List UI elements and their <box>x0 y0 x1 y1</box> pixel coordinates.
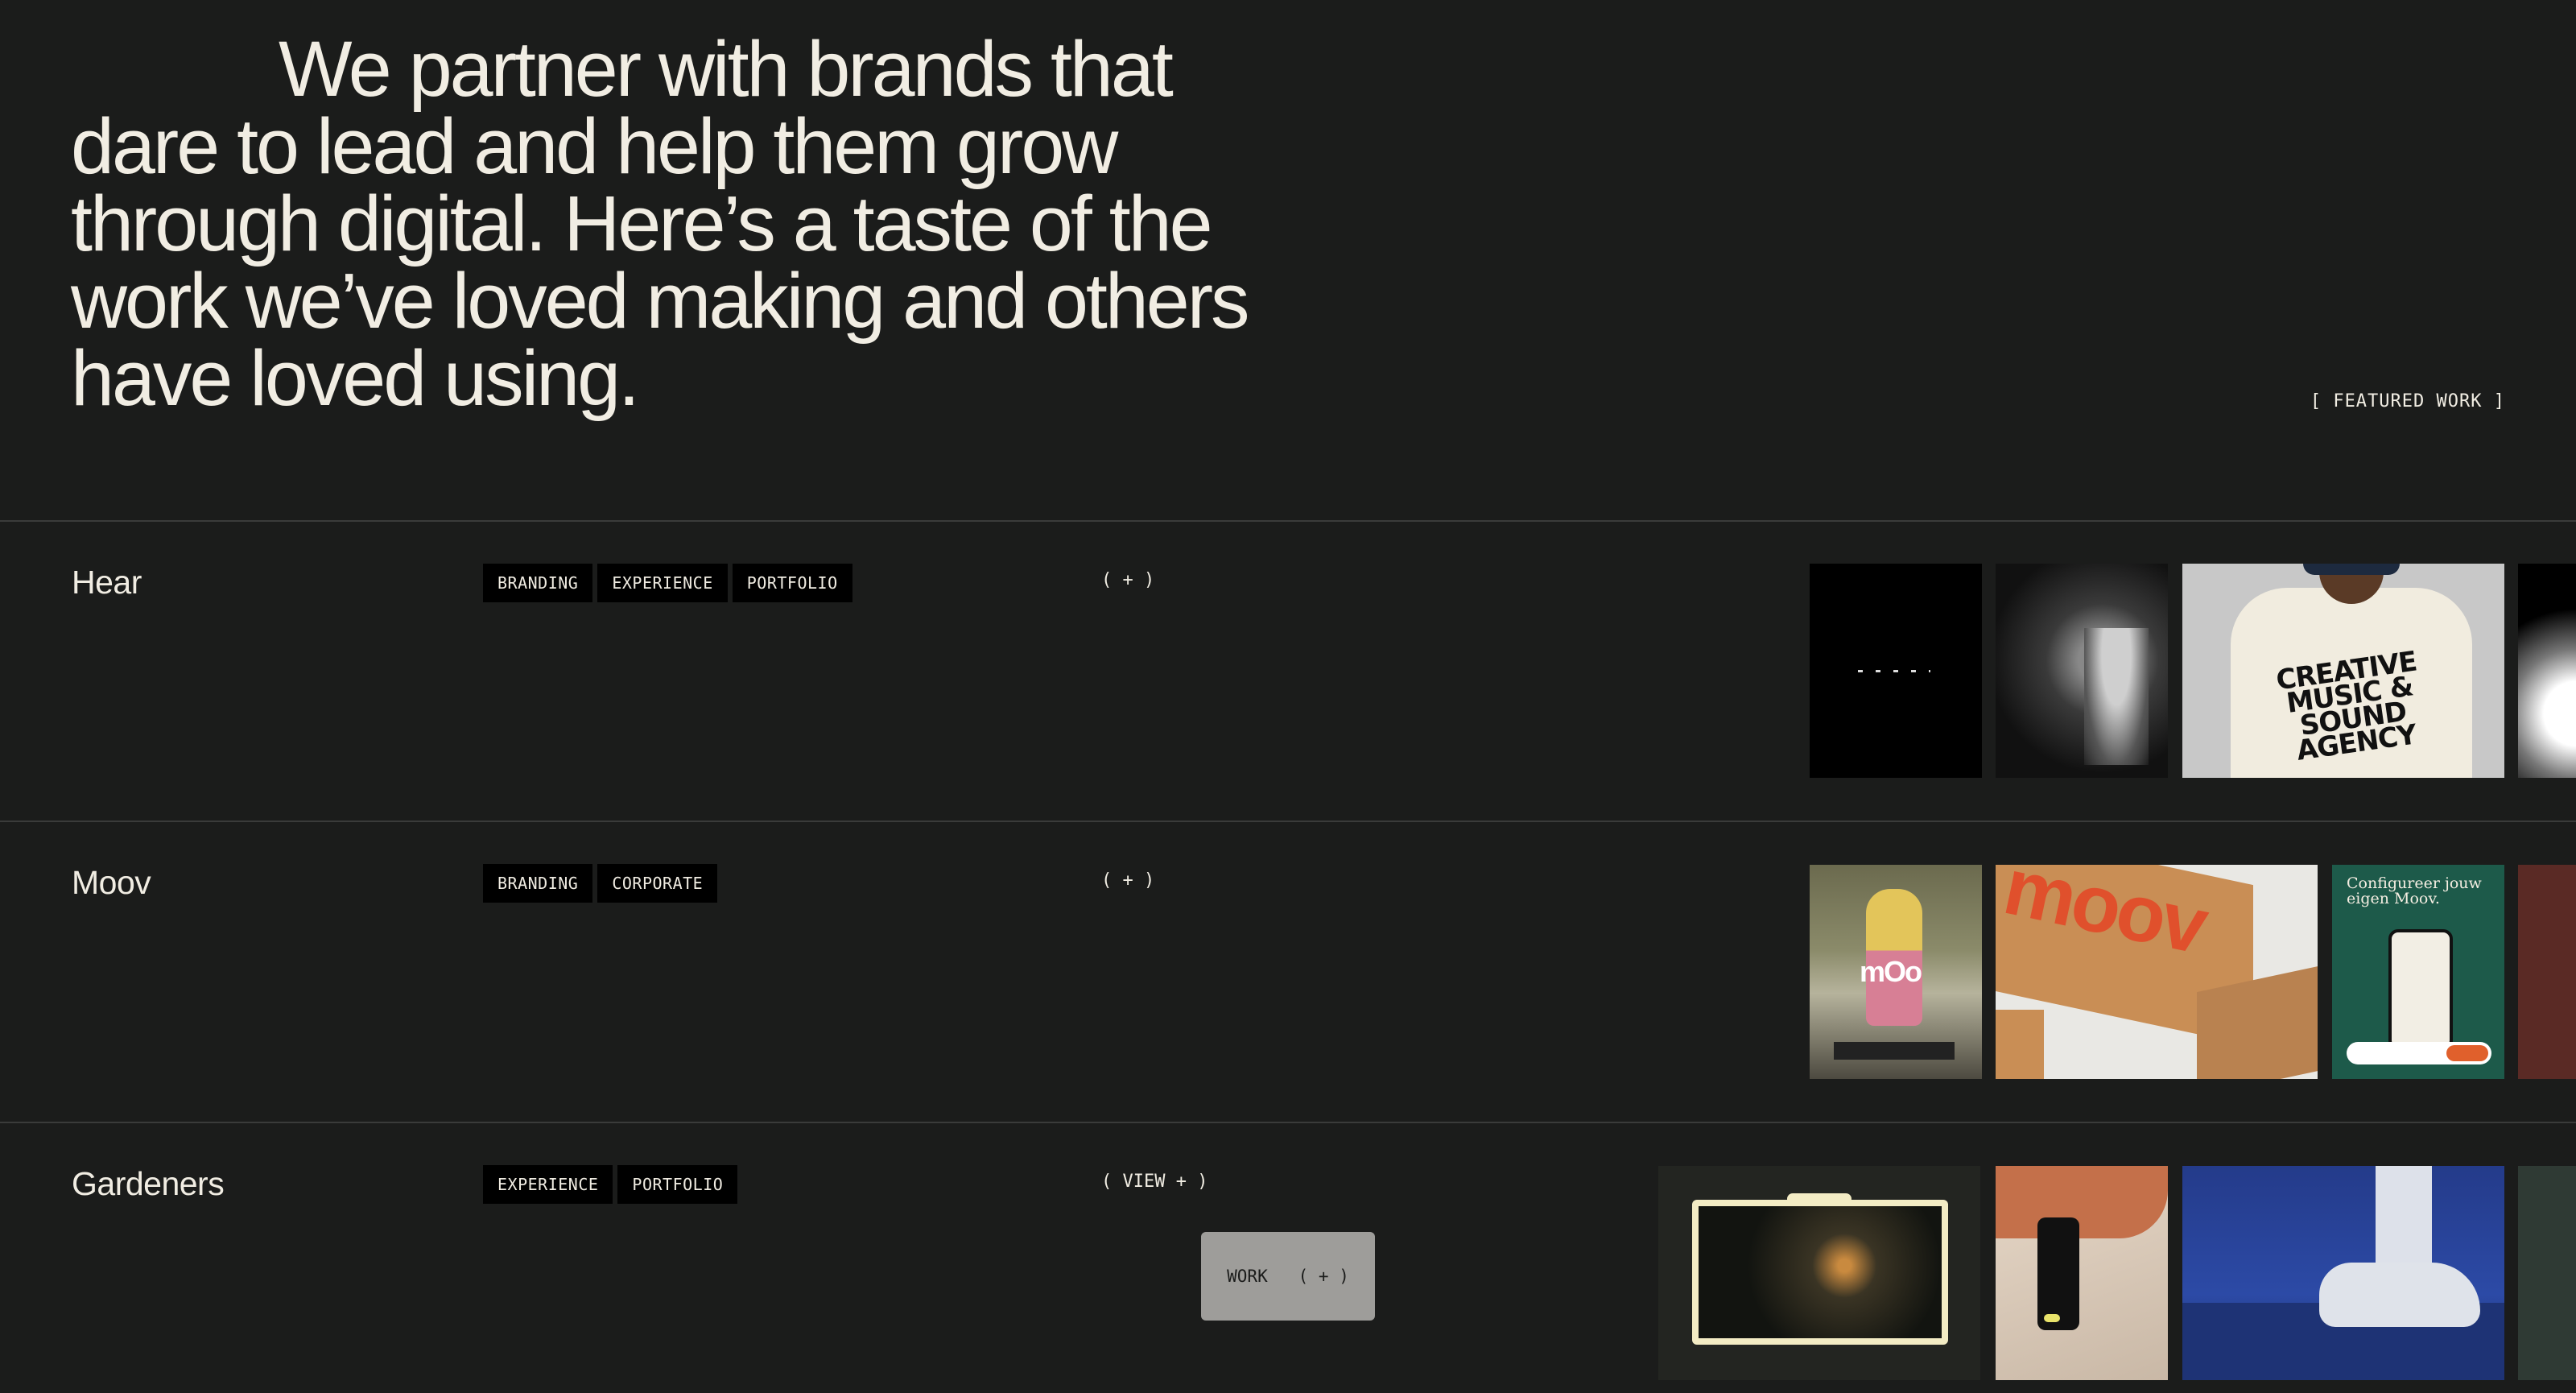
divider <box>0 821 2576 822</box>
project-tags: EXPERIENCE PORTFOLIO <box>483 1165 738 1204</box>
expand-toggle[interactable]: ( + ) <box>1101 570 1154 590</box>
project-thumbnail[interactable]: CREATIVE MUSIC & SOUND AGENCY <box>2182 564 2504 778</box>
project-thumbnail[interactable] <box>2518 564 2576 778</box>
intro-headline: We partner with brands that dare to lead… <box>71 25 1250 422</box>
featured-work-label: [ FEATURED WORK ] <box>2310 391 2505 411</box>
project-tags: BRANDING EXPERIENCE PORTFOLIO <box>483 564 852 602</box>
project-thumbnail[interactable] <box>1996 564 2168 778</box>
project-thumbnail[interactable] <box>2518 1166 2576 1380</box>
expand-toggle[interactable]: ( + ) <box>1101 870 1154 891</box>
project-title[interactable]: Moov <box>72 864 151 902</box>
tag: BRANDING <box>483 864 593 903</box>
project-thumbnail[interactable] <box>2182 1166 2504 1380</box>
tag: PORTFOLIO <box>732 564 852 602</box>
tag: PORTFOLIO <box>617 1165 738 1204</box>
divider <box>0 520 2576 522</box>
tag: EXPERIENCE <box>483 1165 613 1204</box>
divider <box>0 1122 2576 1123</box>
thumbnail-print-text: CREATIVE MUSIC & SOUND AGENCY <box>2274 645 2419 767</box>
project-title[interactable]: Hear <box>72 564 142 601</box>
view-toggle[interactable]: ( VIEW + ) <box>1101 1172 1208 1192</box>
thumbnail-logo: mOo <box>1860 955 1922 988</box>
work-hover-button[interactable]: WORK ( + ) <box>1201 1232 1375 1321</box>
tag: EXPERIENCE <box>597 564 728 602</box>
project-title[interactable]: Gardeners <box>72 1165 225 1203</box>
project-thumbnail[interactable]: mOo <box>1810 865 1982 1079</box>
project-thumbnail[interactable]: moov <box>1996 865 2318 1079</box>
project-tags: BRANDING CORPORATE <box>483 864 718 903</box>
project-thumbnail[interactable] <box>1658 1166 1980 1380</box>
tag: BRANDING <box>483 564 593 602</box>
thumbnail-caption: Configureer jouw eigen Moov. <box>2347 874 2482 907</box>
project-thumbnail[interactable] <box>2518 865 2576 1079</box>
project-thumbnail[interactable] <box>1810 564 1982 778</box>
tag: CORPORATE <box>597 864 718 903</box>
project-thumbnail[interactable]: Configureer jouw eigen Moov. <box>2332 865 2504 1079</box>
project-thumbnail[interactable] <box>1996 1166 2168 1380</box>
